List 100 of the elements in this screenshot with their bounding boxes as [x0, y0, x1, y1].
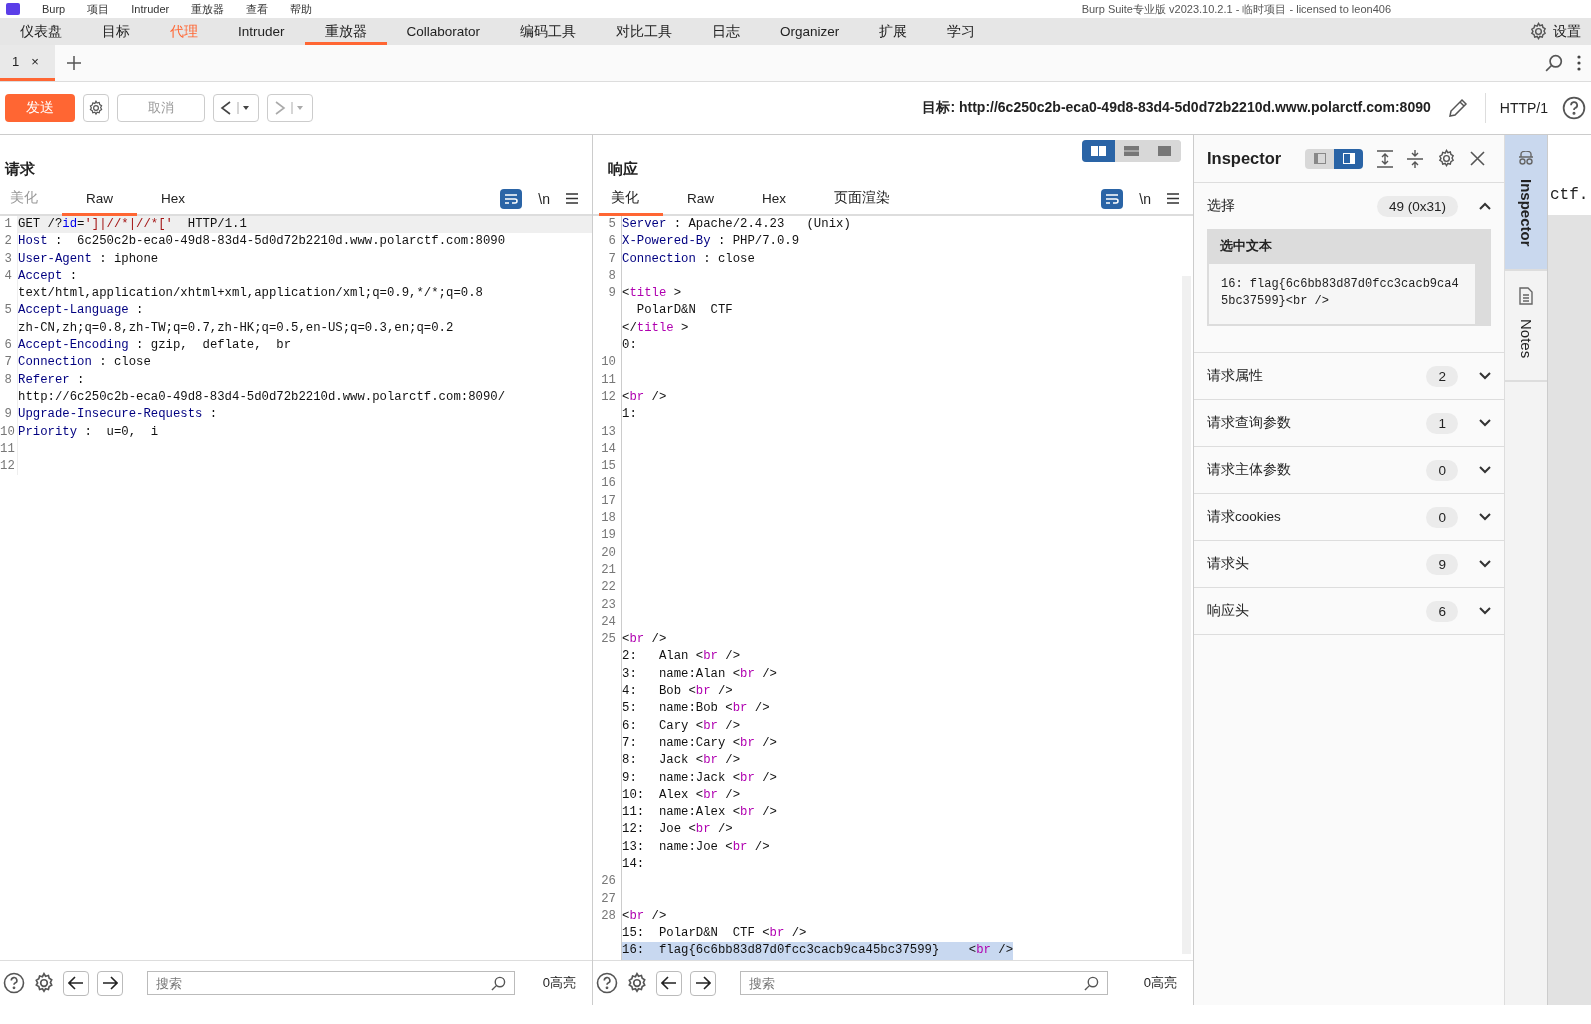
http-version[interactable]: HTTP/1	[1499, 100, 1548, 116]
tab-label[interactable]: 1	[12, 54, 20, 69]
section-label[interactable]: 请求主体参数	[1207, 461, 1291, 479]
back-dropdown-button[interactable]	[213, 94, 259, 122]
chevron-down-icon[interactable]	[1478, 512, 1492, 522]
back-button[interactable]	[656, 970, 682, 996]
forward-button[interactable]	[690, 970, 716, 996]
view-toggle[interactable]	[1334, 148, 1364, 169]
tool-tab[interactable]: Organizer	[760, 18, 860, 45]
menu-item[interactable]: 重放器	[191, 1, 225, 17]
settings-link[interactable]: 设置	[1553, 22, 1581, 41]
forward-button[interactable]	[97, 970, 123, 996]
highlight-count: 0高亮	[1143, 974, 1178, 992]
view-tab[interactable]: Hex	[738, 183, 811, 216]
item-count: 1	[1426, 412, 1458, 434]
help-icon[interactable]	[1562, 96, 1586, 120]
more-icon[interactable]	[1577, 55, 1581, 71]
section-label[interactable]: 响应头	[1207, 602, 1249, 620]
line-number: 6	[3, 337, 12, 355]
collapse-all-icon[interactable]	[1407, 149, 1424, 168]
view-tab[interactable]: Hex	[137, 183, 210, 216]
settings-icon[interactable]	[626, 972, 648, 994]
back-button[interactable]	[63, 970, 89, 996]
section-label[interactable]: 请求头	[1207, 555, 1249, 573]
line-number: 5	[607, 216, 616, 233]
code-line: 1:	[622, 406, 638, 424]
side-tab[interactable]: Inspector	[1505, 135, 1547, 271]
tool-tab[interactable]: 学习	[927, 18, 996, 45]
settings-icon[interactable]	[33, 972, 55, 994]
expand-all-icon[interactable]	[1377, 149, 1394, 168]
add-tab-icon[interactable]	[66, 56, 81, 70]
code-line: Accept :	[18, 267, 79, 285]
settings-icon[interactable]	[1437, 149, 1457, 168]
section-label[interactable]: 请求属性	[1207, 367, 1263, 385]
line-number: 1	[3, 216, 12, 233]
view-toggle[interactable]	[1305, 148, 1335, 169]
code-line: 6: Cary <br />	[622, 717, 742, 735]
target-url: 目标: http://6c250c2b-eca0-49d8-83d4-5d0d72b2210d.www.polarctf.com:8090	[922, 99, 1431, 117]
layout-toggle[interactable]	[1082, 140, 1115, 162]
menu-item[interactable]: Intruder	[131, 3, 170, 15]
newline-toggle[interactable]: \n	[1139, 190, 1151, 207]
menu-icon[interactable]	[1167, 193, 1179, 204]
help-icon[interactable]	[3, 972, 25, 994]
menu-item[interactable]: 查看	[246, 1, 269, 17]
chevron-down-icon[interactable]	[1478, 418, 1492, 428]
settings-icon[interactable]	[1529, 22, 1548, 41]
search-field[interactable]: 搜索	[740, 971, 1108, 995]
settings-button[interactable]	[83, 94, 109, 122]
help-icon[interactable]	[596, 972, 618, 994]
line-number: 7	[607, 250, 616, 268]
code-line: 4: Bob <br />	[622, 683, 734, 700]
tool-tab[interactable]: 编码工具	[500, 18, 597, 45]
close-icon[interactable]	[1470, 151, 1486, 166]
window-title: Burp Suite专业版 v2023.10.2.1 - 临时项目 - licensed to leon406	[1081, 1, 1391, 17]
search-icon[interactable]	[1545, 54, 1563, 72]
section-label[interactable]: 请求cookies	[1207, 508, 1281, 526]
tool-tab[interactable]: 仪表盘	[0, 18, 82, 45]
tool-tab[interactable]: 对比工具	[596, 18, 693, 45]
section-label[interactable]: 选择	[1207, 197, 1235, 215]
newline-toggle[interactable]: \n	[538, 190, 550, 207]
wrap-toggle[interactable]	[1101, 188, 1124, 209]
repeater-tab[interactable]: 1 ×	[0, 45, 55, 81]
tool-tab[interactable]: 日志	[692, 18, 761, 45]
tool-tab[interactable]: Collaborator	[386, 18, 501, 45]
tool-tab[interactable]: 扩展	[859, 18, 928, 45]
tool-tab[interactable]: Intruder	[218, 18, 305, 45]
code-line: zh-CN,zh;q=0.8,zh-TW;q=0.7,zh-HK;q=0.5,en-US;q=0.3,en;q=0.2	[18, 319, 455, 337]
menu-icon[interactable]	[566, 193, 578, 204]
panel-layout-icon	[1313, 153, 1326, 164]
chevron-up-icon[interactable]	[1478, 201, 1492, 211]
view-tab[interactable]: 页面渲染	[810, 183, 915, 216]
menu-item[interactable]: 帮助	[290, 1, 313, 17]
code-line: Accept-Encoding : gzip, deflate, br	[18, 337, 293, 355]
wrap-icon	[504, 192, 519, 205]
chevron-down-icon[interactable]	[1478, 371, 1492, 381]
tool-tab[interactable]: 目标	[82, 18, 150, 45]
line-number: 9	[607, 285, 616, 303]
line-number: 4	[3, 267, 12, 285]
view-tab[interactable]: 美化	[599, 183, 663, 216]
line-number: 13	[600, 423, 616, 441]
code-line: 14:	[622, 856, 646, 873]
chevron-down-icon[interactable]	[1478, 465, 1492, 475]
view-tab[interactable]: Raw	[663, 183, 738, 216]
code-line: Connection : close	[622, 250, 756, 268]
code-line: <br />	[622, 388, 668, 406]
search-field[interactable]: 搜索	[147, 971, 515, 995]
menu-item[interactable]: 项目	[87, 1, 110, 17]
line-number: 8	[607, 267, 616, 285]
pencil-icon[interactable]	[1446, 97, 1469, 119]
section-label[interactable]: 请求查询参数	[1207, 414, 1291, 432]
item-count: 9	[1426, 553, 1458, 575]
panel-layout-icon	[1342, 153, 1355, 164]
tab-close[interactable]: ×	[31, 54, 39, 69]
item-count: 0	[1426, 459, 1458, 481]
line-number: 21	[600, 561, 616, 579]
wrap-toggle[interactable]	[500, 188, 523, 209]
code-line: 2: Alan <br />	[622, 648, 742, 666]
menu-item[interactable]: Burp	[42, 3, 66, 15]
chevron-down-icon[interactable]	[1478, 606, 1492, 616]
chevron-down-icon[interactable]	[1478, 559, 1492, 569]
